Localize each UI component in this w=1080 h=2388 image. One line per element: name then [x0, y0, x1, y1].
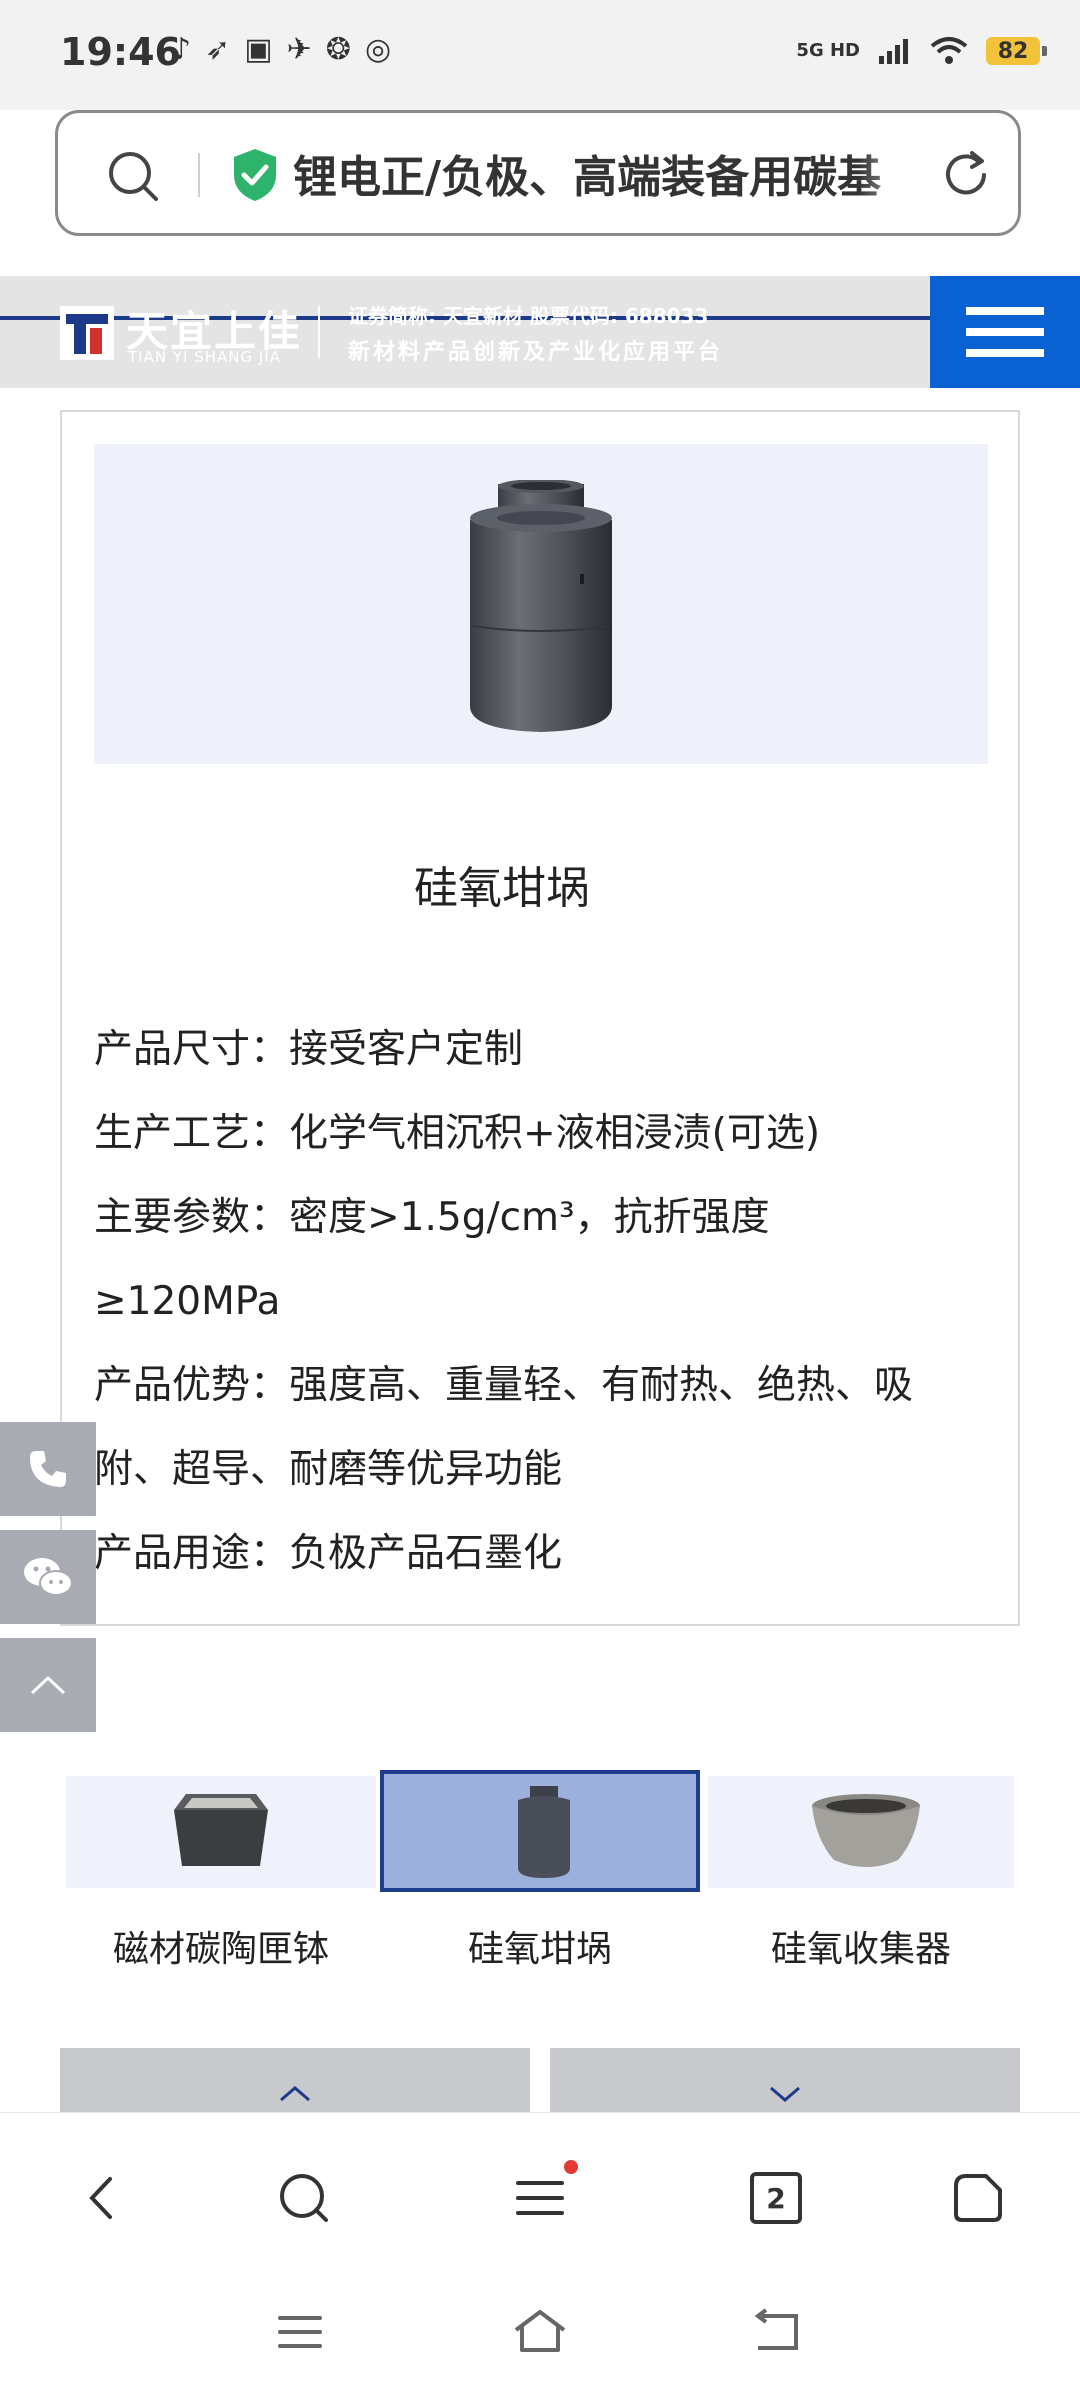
spec-params-cont: ≥120MPa [94, 1279, 281, 1324]
product-card: 硅氧坩埚 产品尺寸：接受客户定制 生产工艺：化学气相沉积+液相浸渍(可选) 主要… [60, 410, 1020, 1626]
chevron-down-icon [770, 2086, 800, 2102]
saggar-image [174, 1794, 268, 1866]
bird-icon: ✈ [286, 32, 312, 67]
spec-advantage-cont: 附、超导、耐磨等优异功能 [94, 1447, 563, 1492]
logo-separator [318, 306, 320, 358]
previous-button[interactable] [60, 2048, 530, 2112]
recents-icon[interactable] [276, 2312, 324, 2352]
tabs-button[interactable]: 2 [736, 2158, 816, 2238]
status-bar: 19:46 ♪ ➶ ▣ ✈ ❂ ◎ 5G HD 82 [0, 0, 1080, 110]
system-indicators: 5G HD 82 [796, 36, 1047, 66]
notification-dot [564, 2160, 578, 2174]
logo-subtext: TIAN YI SHANG JIA [128, 348, 281, 366]
wechat-icon [24, 1558, 73, 1596]
site-header: 天宜上佳 TIAN YI SHANG JIA 证券简称: 天宜新材 股票代码: … [0, 276, 1080, 388]
address-fade [858, 133, 938, 213]
tiktok-icon: ♪ [172, 32, 192, 67]
home-button[interactable] [938, 2158, 1018, 2238]
toutiao-icon: ▣ [244, 32, 273, 67]
search-icon [280, 2174, 328, 2222]
thumbnail-label[interactable]: 硅氧坩埚 [380, 1920, 700, 1972]
crucible-image [470, 480, 612, 732]
back-button[interactable] [62, 2158, 142, 2238]
thumbnail-crucible[interactable] [380, 1770, 700, 1892]
reload-icon[interactable] [938, 147, 994, 203]
menu-button[interactable] [500, 2158, 580, 2238]
weibo-icon: ◎ [364, 32, 392, 67]
phone-icon [30, 1451, 66, 1487]
hamburger-menu-button[interactable] [930, 276, 1080, 388]
system-navigation [0, 2282, 1080, 2388]
spec-params: 主要参数：密度>1.5g/cm³，抗折强度 [94, 1195, 770, 1240]
product-title: 硅氧坩埚 [414, 863, 590, 914]
address-divider [198, 153, 200, 197]
browser-toolbar: 2 [0, 2112, 1080, 2283]
menu-bar [966, 349, 1044, 357]
menu-icon [516, 2181, 564, 2215]
address-bar[interactable]: 锂电正/负极、高端装备用碳基 [55, 110, 1021, 236]
chevron-up-icon [30, 1675, 66, 1695]
thumbnail-label[interactable]: 硅氧收集器 [708, 1920, 1014, 1972]
collector-image [812, 1794, 920, 1867]
stock-info: 证券简称: 天宜新材 股票代码: 688033 [348, 304, 709, 328]
back-nav-icon[interactable] [752, 2308, 802, 2354]
spec-usage: 产品用途：负极产品石墨化 [94, 1531, 563, 1576]
chevron-up-icon [280, 2086, 310, 2102]
spec-size: 产品尺寸：接受客户定制 [94, 1027, 524, 1072]
shield-check-icon [234, 149, 276, 201]
notification-icons: ♪ ➶ ▣ ✈ ❂ ◎ [172, 32, 391, 67]
next-button[interactable] [550, 2048, 1020, 2112]
thumbnail-saggar[interactable] [66, 1776, 376, 1888]
menu-bar [966, 307, 1044, 315]
wechat-icon: ❂ [325, 32, 351, 67]
menu-bar [966, 328, 1044, 336]
company-slogan: 新材料产品创新及产业化应用平台 [348, 340, 724, 365]
search-button[interactable] [264, 2158, 344, 2238]
thumbnail-collector[interactable] [708, 1776, 1014, 1888]
status-time: 19:46 [60, 30, 181, 74]
product-image [94, 444, 988, 764]
spec-advantage: 产品优势：强度高、重量轻、有耐热、绝热、吸 [94, 1363, 914, 1408]
back-to-top-button[interactable] [0, 1638, 96, 1732]
signal-icon [879, 39, 908, 64]
wifi-icon [930, 37, 968, 64]
wechat-button[interactable] [0, 1530, 96, 1624]
home-nav-icon[interactable] [510, 2306, 570, 2356]
phone-button[interactable] [0, 1422, 96, 1516]
battery-indicator: 82 [986, 37, 1047, 65]
crucible-thumb-image [518, 1786, 570, 1878]
network-label: 5G HD [796, 40, 860, 61]
page-title-text[interactable]: 锂电正/负极、高端装备用碳基 [293, 141, 933, 205]
logo-icon[interactable] [60, 306, 114, 360]
feather-icon: ➶ [205, 32, 231, 67]
spec-process: 生产工艺：化学气相沉积+液相浸渍(可选) [94, 1111, 821, 1156]
search-icon[interactable] [106, 149, 160, 203]
chevron-left-icon [89, 2177, 112, 2219]
home-icon [954, 2174, 1002, 2222]
tab-count: 2 [750, 2172, 802, 2224]
thumbnail-label[interactable]: 磁材碳陶匣钵 [66, 1920, 376, 1972]
